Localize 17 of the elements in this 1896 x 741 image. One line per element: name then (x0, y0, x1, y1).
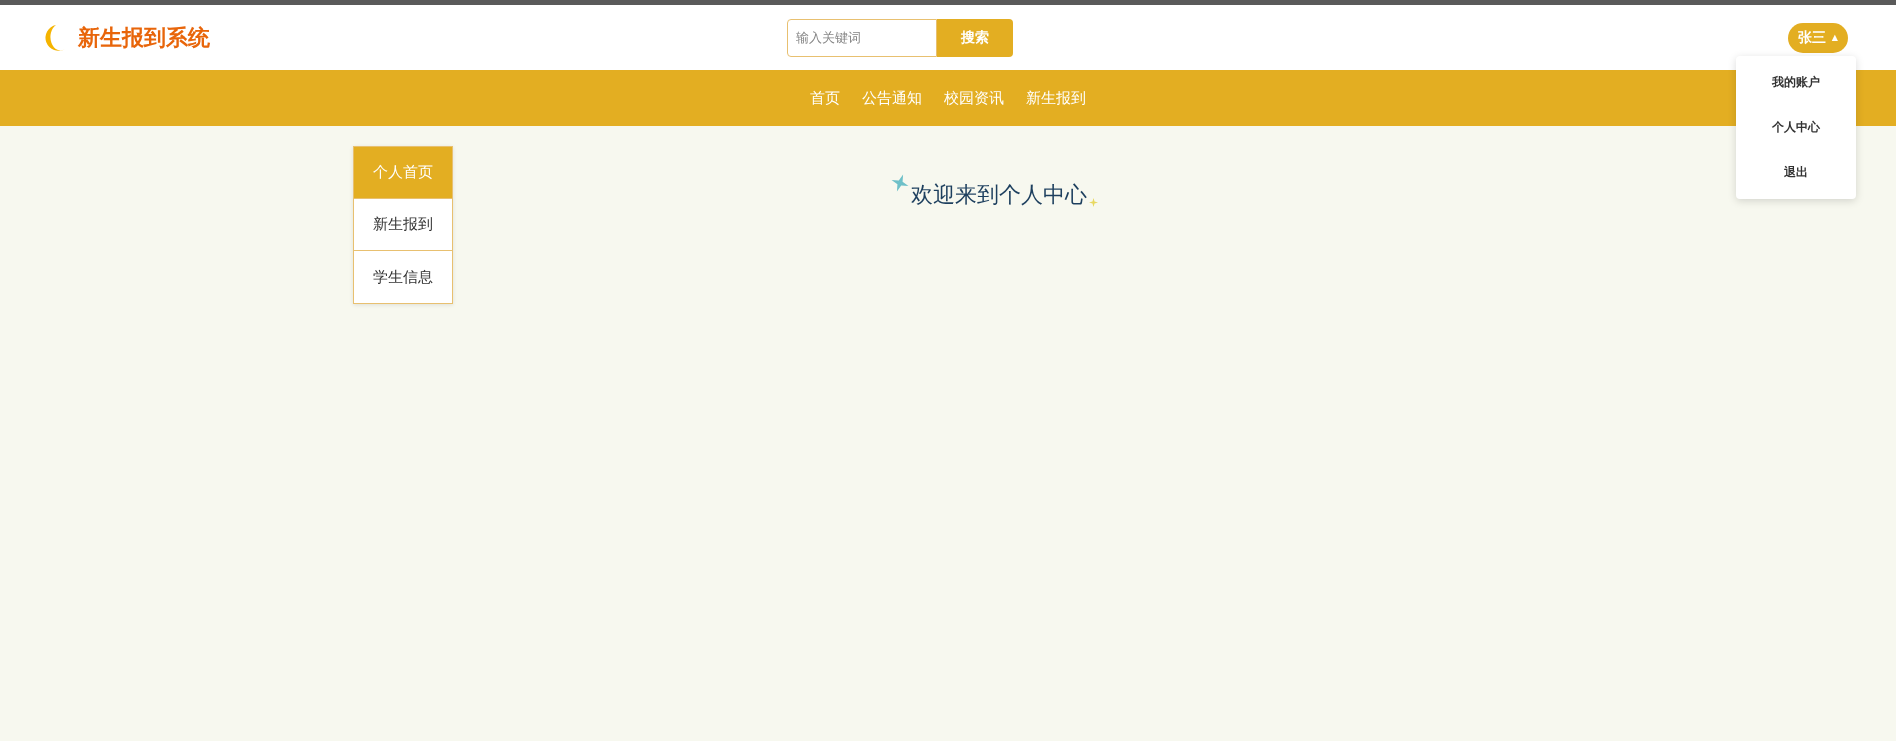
sidebar-item[interactable]: 个人首页 (354, 147, 452, 199)
search-field[interactable]: 输入关键词 (787, 18, 937, 57)
sparkle-icon (1089, 198, 1098, 207)
sparkle-icon (891, 174, 909, 192)
dropdown-item[interactable]: 个人中心 (1736, 104, 1856, 150)
nav-link[interactable]: 校园资讯 (944, 86, 1004, 110)
dropdown-item[interactable]: 退出 (1736, 149, 1856, 195)
nav-link[interactable]: 首页 (810, 86, 840, 110)
nav-link[interactable]: 公告通知 (862, 86, 922, 110)
dropdown-item[interactable]: 我的账户 (1736, 59, 1856, 105)
user-menu-button[interactable]: 张三 ▲ (1787, 22, 1848, 53)
search-button[interactable]: 搜索 (937, 18, 1013, 57)
site-title: 新生报到系统 (78, 24, 210, 52)
welcome-heading: 欢迎来到个人中心 (911, 181, 1087, 209)
sidebar-item[interactable]: 学生信息 (354, 251, 452, 303)
sidebar-item[interactable]: 新生报到 (354, 199, 452, 251)
nav-link[interactable]: 新生报到 (1026, 86, 1086, 110)
